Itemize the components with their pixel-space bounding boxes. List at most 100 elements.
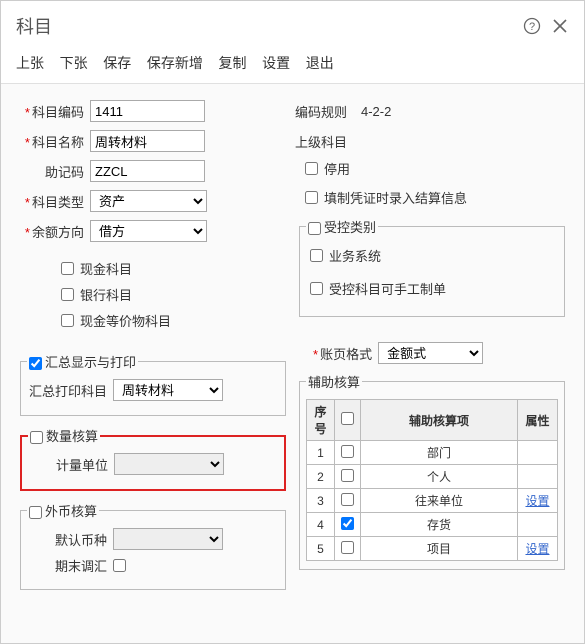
currency-legend: 外币核算 bbox=[45, 504, 97, 519]
cell-item: 存货 bbox=[361, 513, 518, 537]
disabled-checkbox[interactable] bbox=[305, 162, 318, 175]
cell-check bbox=[335, 465, 361, 489]
rule-label: 编码规则 bbox=[295, 102, 355, 121]
bank-checkbox[interactable] bbox=[61, 288, 74, 301]
cash-checkbox[interactable] bbox=[61, 262, 74, 275]
table-row: 5 项目设置 bbox=[307, 537, 558, 561]
cell-item: 项目 bbox=[361, 537, 518, 561]
cell-item: 往来单位 bbox=[361, 489, 518, 513]
help-icon[interactable]: ? bbox=[523, 17, 541, 35]
mnemonic-label: 助记码 bbox=[16, 162, 84, 181]
code-label: 科目编码 bbox=[16, 102, 84, 121]
cell-check bbox=[335, 489, 361, 513]
quantity-fieldset: 数量核算 计量单位 bbox=[20, 426, 286, 491]
cash-label: 现金科目 bbox=[80, 259, 132, 278]
cash-eq-label: 现金等价物科目 bbox=[80, 311, 171, 330]
close-icon[interactable] bbox=[551, 17, 569, 35]
row-checkbox[interactable] bbox=[341, 445, 354, 458]
menu-save[interactable]: 保存 bbox=[103, 55, 131, 71]
code-input[interactable] bbox=[90, 100, 205, 122]
controlled-checkbox[interactable] bbox=[308, 222, 321, 235]
default-curr-select[interactable] bbox=[113, 528, 223, 550]
summary-print-label: 汇总打印科目 bbox=[27, 381, 107, 400]
row-checkbox[interactable] bbox=[341, 517, 354, 530]
menu-copy[interactable]: 复制 bbox=[219, 55, 247, 71]
aux-fieldset: 辅助核算 序号 辅助核算项 属性 1部门2个人3往来单位设置4存货5项目设置 bbox=[299, 372, 565, 570]
h-item: 辅助核算项 bbox=[361, 400, 518, 441]
manual-label: 受控科目可手工制单 bbox=[329, 279, 446, 298]
h-attr: 属性 bbox=[518, 400, 558, 441]
biz-label: 业务系统 bbox=[329, 246, 381, 265]
cell-item: 部门 bbox=[361, 441, 518, 465]
quantity-legend: 数量核算 bbox=[46, 429, 98, 444]
menu-save-new[interactable]: 保存新增 bbox=[147, 55, 203, 71]
type-select[interactable]: 资产 bbox=[90, 190, 207, 212]
balance-select[interactable]: 借方 bbox=[90, 220, 207, 242]
disabled-label: 停用 bbox=[324, 159, 350, 178]
cell-attr bbox=[518, 441, 558, 465]
unit-label: 计量单位 bbox=[28, 455, 108, 474]
name-label: 科目名称 bbox=[16, 132, 84, 151]
row-checkbox[interactable] bbox=[341, 469, 354, 482]
cell-attr: 设置 bbox=[518, 489, 558, 513]
recalc-label: 填制凭证时录入结算信息 bbox=[324, 188, 467, 207]
cell-seq: 2 bbox=[307, 465, 335, 489]
format-select[interactable]: 金额式 bbox=[378, 342, 483, 364]
table-row: 1 部门 bbox=[307, 441, 558, 465]
manual-checkbox[interactable] bbox=[310, 282, 323, 295]
balance-label: 余额方向 bbox=[16, 222, 84, 241]
cash-eq-checkbox[interactable] bbox=[61, 314, 74, 327]
summary-print-select[interactable]: 周转材料 bbox=[113, 379, 223, 401]
menu-settings[interactable]: 设置 bbox=[262, 55, 290, 71]
menu-exit[interactable]: 退出 bbox=[306, 55, 334, 71]
cell-check bbox=[335, 537, 361, 561]
cell-item: 个人 bbox=[361, 465, 518, 489]
mnemonic-input[interactable] bbox=[90, 160, 205, 182]
dialog-title: 科目 bbox=[16, 13, 52, 39]
summary-fieldset: 汇总显示与打印 汇总打印科目 周转材料 bbox=[20, 352, 286, 416]
row-checkbox[interactable] bbox=[341, 493, 354, 506]
cell-check bbox=[335, 513, 361, 537]
table-row: 4 存货 bbox=[307, 513, 558, 537]
cell-attr bbox=[518, 513, 558, 537]
cell-attr bbox=[518, 465, 558, 489]
cell-seq: 1 bbox=[307, 441, 335, 465]
name-input[interactable] bbox=[90, 130, 205, 152]
currency-checkbox[interactable] bbox=[29, 506, 42, 519]
controlled-legend: 受控类别 bbox=[324, 220, 376, 235]
aux-table: 序号 辅助核算项 属性 1部门2个人3往来单位设置4存货5项目设置 bbox=[306, 399, 558, 561]
attr-link[interactable]: 设置 bbox=[525, 542, 549, 556]
table-row: 2 个人 bbox=[307, 465, 558, 489]
adjust-checkbox[interactable] bbox=[113, 559, 126, 572]
parent-label: 上级科目 bbox=[295, 132, 355, 151]
cell-attr: 设置 bbox=[518, 537, 558, 561]
adjust-label: 期末调汇 bbox=[27, 556, 107, 575]
svg-text:?: ? bbox=[529, 21, 535, 33]
attr-link[interactable]: 设置 bbox=[525, 494, 549, 508]
h-check bbox=[335, 400, 361, 441]
biz-checkbox[interactable] bbox=[310, 249, 323, 262]
menu-prev[interactable]: 上张 bbox=[16, 55, 44, 71]
format-label: 账页格式 bbox=[313, 344, 372, 363]
table-row: 3 往来单位设置 bbox=[307, 489, 558, 513]
summary-checkbox[interactable] bbox=[29, 357, 42, 370]
bank-label: 银行科目 bbox=[80, 285, 132, 304]
currency-fieldset: 外币核算 默认币种 期末调汇 bbox=[20, 501, 286, 590]
menu-next[interactable]: 下张 bbox=[60, 55, 88, 71]
cell-seq: 5 bbox=[307, 537, 335, 561]
row-checkbox[interactable] bbox=[341, 541, 354, 554]
controlled-fieldset: 受控类别 业务系统 受控科目可手工制单 bbox=[299, 217, 565, 317]
summary-legend: 汇总显示与打印 bbox=[45, 355, 136, 370]
quantity-checkbox[interactable] bbox=[30, 431, 43, 444]
cell-seq: 4 bbox=[307, 513, 335, 537]
aux-legend: 辅助核算 bbox=[306, 372, 362, 391]
default-curr-label: 默认币种 bbox=[27, 530, 107, 549]
rule-value: 4-2-2 bbox=[361, 104, 391, 119]
h-seq: 序号 bbox=[307, 400, 335, 441]
recalc-checkbox[interactable] bbox=[305, 191, 318, 204]
cell-check bbox=[335, 441, 361, 465]
h-check-all[interactable] bbox=[341, 412, 354, 425]
cell-seq: 3 bbox=[307, 489, 335, 513]
unit-select[interactable] bbox=[114, 453, 224, 475]
type-label: 科目类型 bbox=[16, 192, 84, 211]
